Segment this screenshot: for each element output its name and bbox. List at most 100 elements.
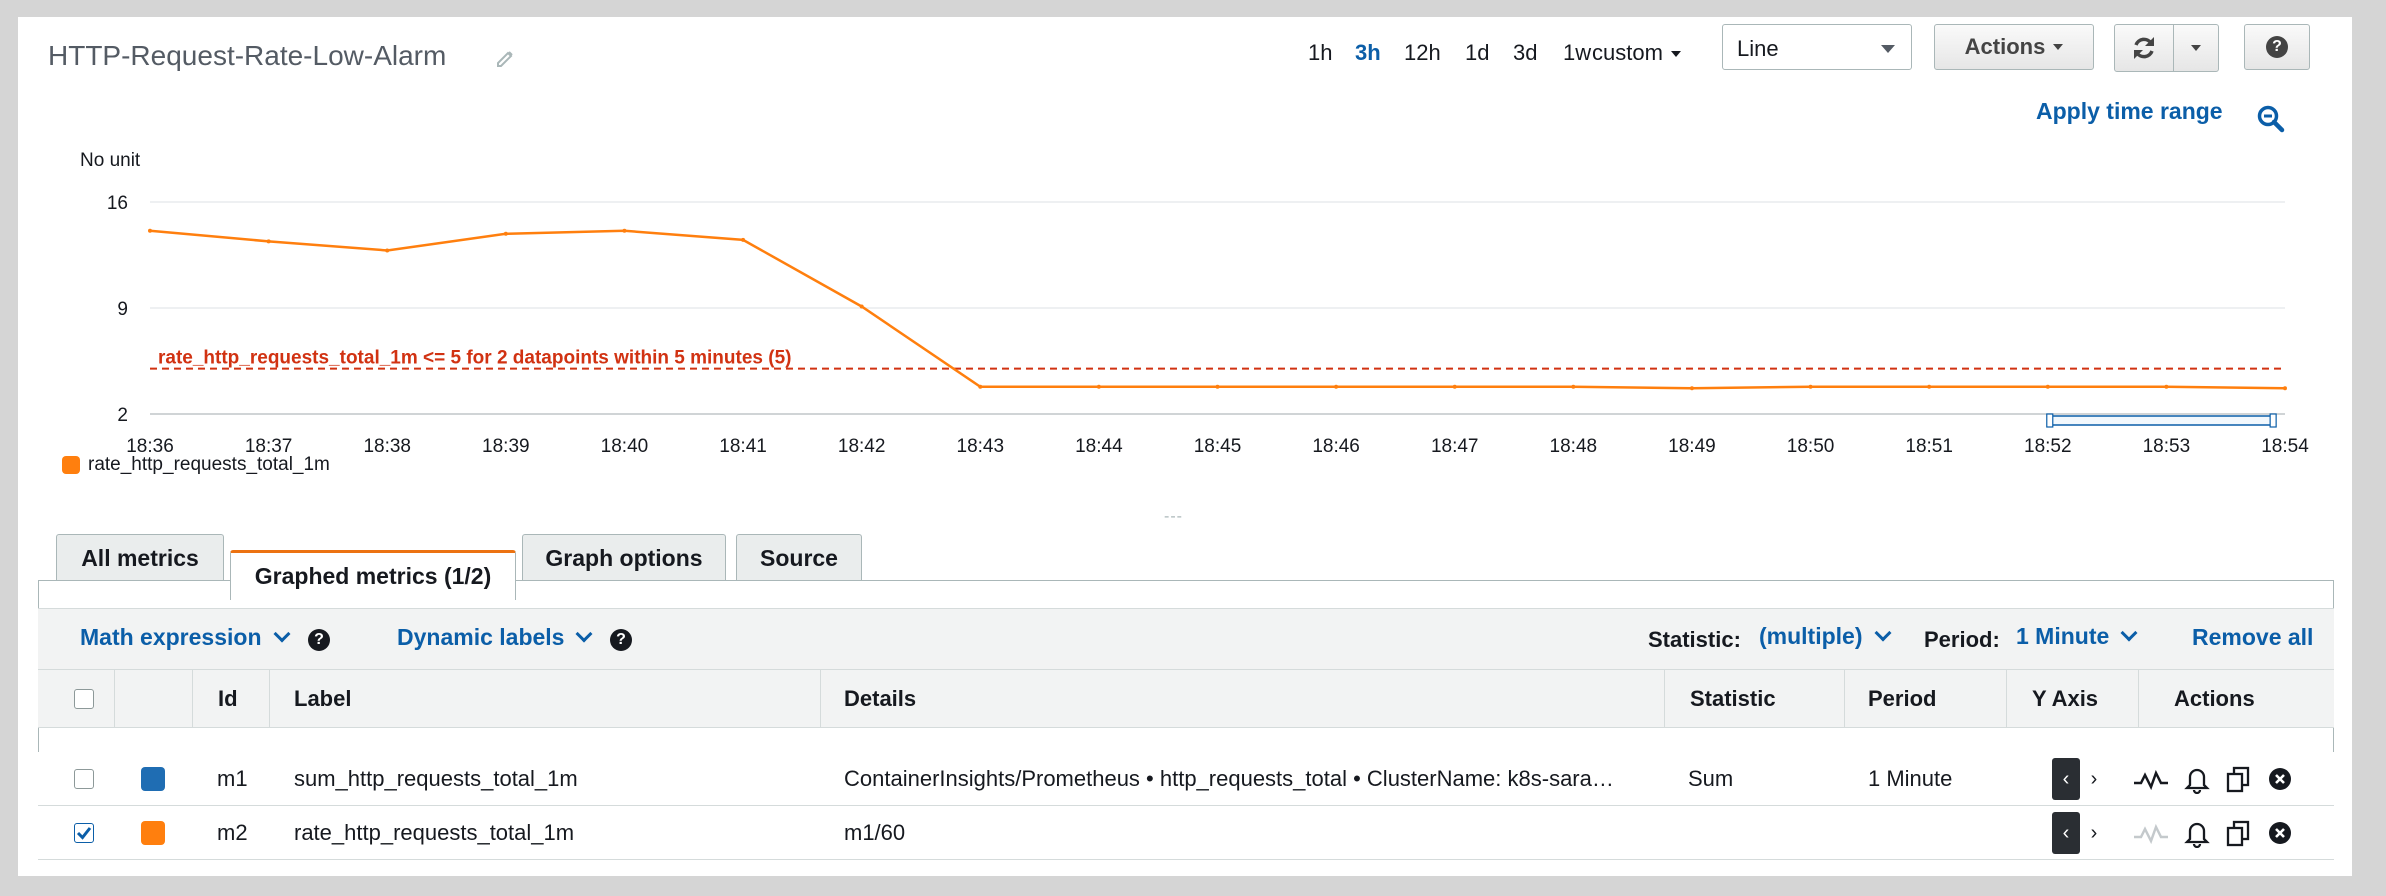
tab-source[interactable]: Source <box>736 534 862 582</box>
data-point[interactable] <box>1452 384 1457 389</box>
copy-icon[interactable] <box>2224 818 2254 848</box>
data-point[interactable] <box>1334 384 1339 389</box>
close-icon[interactable] <box>2268 767 2292 791</box>
row-checkbox[interactable] <box>74 823 94 843</box>
x-tick-label: 18:38 <box>363 436 411 457</box>
table-row[interactable]: m1 sum_http_requests_total_1m ContainerI… <box>38 752 2334 806</box>
x-tick-label: 18:53 <box>2143 436 2191 457</box>
data-point[interactable] <box>2045 384 2050 389</box>
metric-id[interactable]: m1 <box>217 752 248 806</box>
question-icon[interactable]: ? <box>610 629 632 651</box>
column-header-label[interactable]: Label <box>294 670 351 728</box>
close-icon[interactable] <box>2268 821 2292 845</box>
metric-label[interactable]: sum_http_requests_total_1m <box>294 752 578 806</box>
data-point[interactable] <box>741 237 746 242</box>
legend-swatch[interactable] <box>62 456 80 474</box>
x-tick-label: 18:48 <box>1550 436 1598 457</box>
x-tick-label: 18:47 <box>1431 436 1479 457</box>
checkmark-icon <box>76 827 92 840</box>
tab-all-metrics[interactable]: All metrics <box>56 534 224 582</box>
metric-statistic[interactable]: Sum <box>1688 752 1733 806</box>
legend-label[interactable]: rate_http_requests_total_1m <box>88 454 330 476</box>
data-point[interactable] <box>1689 386 1694 391</box>
math-expression-dropdown[interactable]: Math expression <box>80 624 290 651</box>
series-color-swatch[interactable] <box>141 821 165 845</box>
select-all-checkbox[interactable] <box>74 689 94 709</box>
question-icon[interactable]: ? <box>308 629 330 651</box>
data-point[interactable] <box>1215 384 1220 389</box>
x-tick-label: 18:52 <box>2024 436 2072 457</box>
x-tick-label: 18:45 <box>1194 436 1242 457</box>
y-axis-left-button[interactable]: ‹ <box>2052 758 2080 800</box>
period-label: Period: <box>1924 627 2000 652</box>
column-divider <box>2006 670 2007 728</box>
data-point[interactable] <box>1808 384 1813 389</box>
column-divider <box>114 670 115 728</box>
metric-period[interactable]: 1 Minute <box>1868 752 1952 806</box>
data-point[interactable] <box>978 384 983 389</box>
x-tick-label: 18:51 <box>1905 436 1953 457</box>
y-axis-right-button[interactable]: › <box>2084 758 2104 800</box>
row-checkbox[interactable] <box>74 769 94 789</box>
chevron-down-icon <box>575 625 593 643</box>
y-tick-label: 9 <box>117 299 128 320</box>
data-point[interactable] <box>503 231 508 236</box>
copy-icon[interactable] <box>2224 764 2254 794</box>
dynamic-labels-dropdown[interactable]: Dynamic labels <box>397 624 593 651</box>
x-tick-label: 18:50 <box>1787 436 1835 457</box>
column-header-actions[interactable]: Actions <box>2174 670 2255 728</box>
x-tick-label: 18:43 <box>957 436 1005 457</box>
data-point[interactable] <box>266 239 271 244</box>
metric-id[interactable]: m2 <box>217 806 248 860</box>
column-header-id[interactable]: Id <box>218 670 238 728</box>
column-header-period[interactable]: Period <box>1868 670 1936 728</box>
metrics-table-header: Id Label Details Statistic Period Y Axis… <box>38 670 2334 728</box>
column-header-details[interactable]: Details <box>844 670 916 728</box>
metric-details[interactable]: ContainerInsights/Prometheus • http_requ… <box>844 752 1678 806</box>
column-header-statistic[interactable]: Statistic <box>1690 670 1776 728</box>
y-axis-right-button[interactable]: › <box>2084 812 2104 854</box>
data-point[interactable] <box>1927 384 1932 389</box>
column-divider <box>1844 670 1845 728</box>
data-point[interactable] <box>148 228 152 233</box>
brush-handle-left[interactable] <box>2046 413 2054 428</box>
dynamic-labels-label: Dynamic labels <box>397 624 565 650</box>
x-tick-label: 18:41 <box>719 436 767 457</box>
series-color-swatch[interactable] <box>141 767 165 791</box>
y-axis-left-button[interactable]: ‹ <box>2052 812 2080 854</box>
statistic-value: (multiple) <box>1759 623 1863 649</box>
metrics-toolbar: Math expression ? Dynamic labels ? Stati… <box>38 608 2334 670</box>
statistic-dropdown[interactable]: (multiple) <box>1759 623 1891 650</box>
data-point[interactable] <box>2164 384 2169 389</box>
x-tick-label: 18:40 <box>601 436 649 457</box>
data-point[interactable] <box>385 248 390 253</box>
math-expression-label: Math expression <box>80 624 262 650</box>
x-tick-label: 18:42 <box>838 436 886 457</box>
period-dropdown[interactable]: 1 Minute <box>2016 623 2138 650</box>
table-row[interactable]: m2 rate_http_requests_total_1m m1/60 ‹ › <box>38 806 2334 860</box>
column-divider <box>2138 670 2139 728</box>
column-divider <box>1664 670 1665 728</box>
column-divider <box>820 670 821 728</box>
data-point[interactable] <box>2283 386 2287 391</box>
metric-line-chart: No unit291618:36 18:37 18:38 18:39 18:40 18:4… <box>80 150 2309 457</box>
remove-all-link[interactable]: Remove all <box>2192 624 2313 651</box>
bell-icon[interactable] <box>2184 818 2210 848</box>
graph-metric-icon[interactable] <box>2132 819 2172 847</box>
data-point[interactable] <box>622 228 627 233</box>
column-header-y-axis[interactable]: Y Axis <box>2032 670 2098 728</box>
metric-details[interactable]: m1/60 <box>844 806 1678 860</box>
data-point[interactable] <box>1096 384 1101 389</box>
statistic-label: Statistic: <box>1648 627 1741 652</box>
brush-handle-right[interactable] <box>2269 413 2277 428</box>
metric-label[interactable]: rate_http_requests_total_1m <box>294 806 574 860</box>
resize-handle[interactable]: --- <box>1164 508 1183 526</box>
x-tick-label: 18:39 <box>482 436 530 457</box>
graph-metric-icon[interactable] <box>2132 765 2172 793</box>
time-range-brush[interactable] <box>2049 415 2274 426</box>
tab-graphed-metrics[interactable]: Graphed metrics (1/2) <box>230 550 516 600</box>
tab-graph-options[interactable]: Graph options <box>522 534 726 582</box>
data-point[interactable] <box>859 304 864 309</box>
bell-icon[interactable] <box>2184 764 2210 794</box>
data-point[interactable] <box>1571 384 1576 389</box>
